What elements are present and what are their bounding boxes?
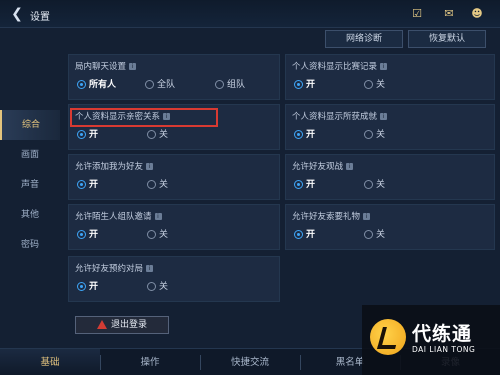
chat-option-all[interactable]: 所有人: [77, 77, 116, 90]
tab-controls[interactable]: 操作: [101, 349, 199, 375]
back-arrow-icon[interactable]: ❮: [8, 5, 26, 23]
tab-quick-chat[interactable]: 快捷交流: [201, 349, 299, 375]
allow-add-friend-panel: 允许添加我为好友 i 开 关: [68, 154, 280, 200]
radio-empty-icon: [147, 180, 156, 189]
radio-empty-icon: [147, 130, 156, 139]
sidebar: 综合 画面 声音 其他 密码: [0, 110, 60, 260]
chat-setting-panel: 局内聊天设置 i 所有人 全队 组队: [68, 54, 280, 100]
top-bar: ❮ 设置 ☑ ✉ ☻: [0, 0, 500, 28]
info-icon[interactable]: i: [154, 213, 162, 220]
radio-selected-icon: [294, 180, 303, 189]
chat-option-team[interactable]: 全队: [145, 77, 175, 90]
info-icon[interactable]: i: [129, 63, 137, 70]
show-achievement-off[interactable]: 关: [364, 127, 385, 140]
allow-friend-watch-on[interactable]: 开: [294, 177, 315, 190]
show-achievement-label: 个人资料显示所获成就: [292, 112, 378, 122]
allow-add-friend-label: 允许添加我为好友: [75, 162, 144, 172]
brand-logo-icon: [370, 319, 406, 355]
radio-selected-icon: [294, 80, 303, 89]
chat-setting-label: 局内聊天设置: [75, 62, 127, 72]
show-record-on[interactable]: 开: [294, 77, 315, 90]
show-record-off[interactable]: 关: [364, 77, 385, 90]
radio-selected-icon: [77, 230, 86, 239]
info-icon[interactable]: i: [346, 163, 354, 170]
radio-selected-icon: [77, 130, 86, 139]
allow-friend-gift-panel: 允许好友索要礼物 i 开 关: [285, 204, 495, 250]
friends-icon[interactable]: ☻: [468, 5, 486, 23]
chat-icon[interactable]: ✉: [440, 5, 458, 23]
sidebar-item-password[interactable]: 密码: [0, 230, 60, 260]
radio-selected-icon: [77, 180, 86, 189]
allow-add-friend-on[interactable]: 开: [77, 177, 98, 190]
sidebar-item-sound[interactable]: 声音: [0, 170, 60, 200]
allow-friend-reserve-off[interactable]: 关: [147, 279, 168, 292]
allow-friend-gift-label: 允许好友索要礼物: [292, 212, 361, 222]
network-diagnose-button[interactable]: 网络诊断: [325, 30, 403, 48]
allow-stranger-invite-panel: 允许陌生人组队邀请 i 开 关: [68, 204, 280, 250]
sidebar-item-general[interactable]: 综合: [0, 110, 60, 140]
watermark-brand: 代练通: [412, 323, 473, 345]
radio-empty-icon: [364, 80, 373, 89]
info-icon[interactable]: i: [380, 113, 388, 120]
allow-stranger-invite-on[interactable]: 开: [77, 227, 98, 240]
radio-empty-icon: [364, 130, 373, 139]
info-icon[interactable]: i: [146, 265, 154, 272]
show-intimacy-on[interactable]: 开: [77, 127, 98, 140]
show-record-label: 个人资料显示比赛记录: [292, 62, 378, 72]
radio-selected-icon: [77, 282, 86, 291]
sidebar-item-display[interactable]: 画面: [0, 140, 60, 170]
radio-empty-icon: [147, 282, 156, 291]
watermark: 代练通 DAI LIAN TONG: [362, 305, 500, 375]
allow-friend-reserve-label: 允许好友预约对局: [75, 264, 144, 274]
info-icon[interactable]: i: [146, 163, 154, 170]
info-icon[interactable]: i: [380, 63, 388, 70]
show-achievement-panel: 个人资料显示所获成就 i 开 关: [285, 104, 495, 150]
show-intimacy-off[interactable]: 关: [147, 127, 168, 140]
radio-empty-icon: [215, 80, 224, 89]
radio-selected-icon: [294, 230, 303, 239]
info-icon[interactable]: i: [363, 213, 371, 220]
allow-friend-gift-on[interactable]: 开: [294, 227, 315, 240]
highlight-box: [70, 108, 218, 127]
radio-empty-icon: [364, 180, 373, 189]
allow-stranger-invite-off[interactable]: 关: [147, 227, 168, 240]
allow-friend-reserve-on[interactable]: 开: [77, 279, 98, 292]
radio-empty-icon: [364, 230, 373, 239]
radio-empty-icon: [145, 80, 154, 89]
page-title: 设置: [30, 12, 50, 23]
allow-stranger-invite-label: 允许陌生人组队邀请: [75, 212, 152, 222]
show-achievement-on[interactable]: 开: [294, 127, 315, 140]
allow-friend-watch-label: 允许好友观战: [292, 162, 344, 172]
allow-friend-watch-off[interactable]: 关: [364, 177, 385, 190]
logout-button[interactable]: 退出登录: [75, 316, 169, 334]
sidebar-item-other[interactable]: 其他: [0, 200, 60, 230]
radio-selected-icon: [294, 130, 303, 139]
allow-friend-watch-panel: 允许好友观战 i 开 关: [285, 154, 495, 200]
show-record-panel: 个人资料显示比赛记录 i 开 关: [285, 54, 495, 100]
allow-friend-gift-off[interactable]: 关: [364, 227, 385, 240]
tab-basic[interactable]: 基础: [0, 349, 100, 375]
restore-default-button[interactable]: 恢复默认: [408, 30, 486, 48]
chat-option-party[interactable]: 组队: [215, 77, 245, 90]
radio-empty-icon: [147, 230, 156, 239]
task-icon[interactable]: ☑: [408, 5, 426, 23]
watermark-subtitle: DAI LIAN TONG: [412, 345, 476, 354]
warning-icon: [96, 320, 107, 329]
allow-friend-reserve-panel: 允许好友预约对局 i 开 关: [68, 256, 280, 302]
allow-add-friend-off[interactable]: 关: [147, 177, 168, 190]
radio-selected-icon: [77, 80, 86, 89]
